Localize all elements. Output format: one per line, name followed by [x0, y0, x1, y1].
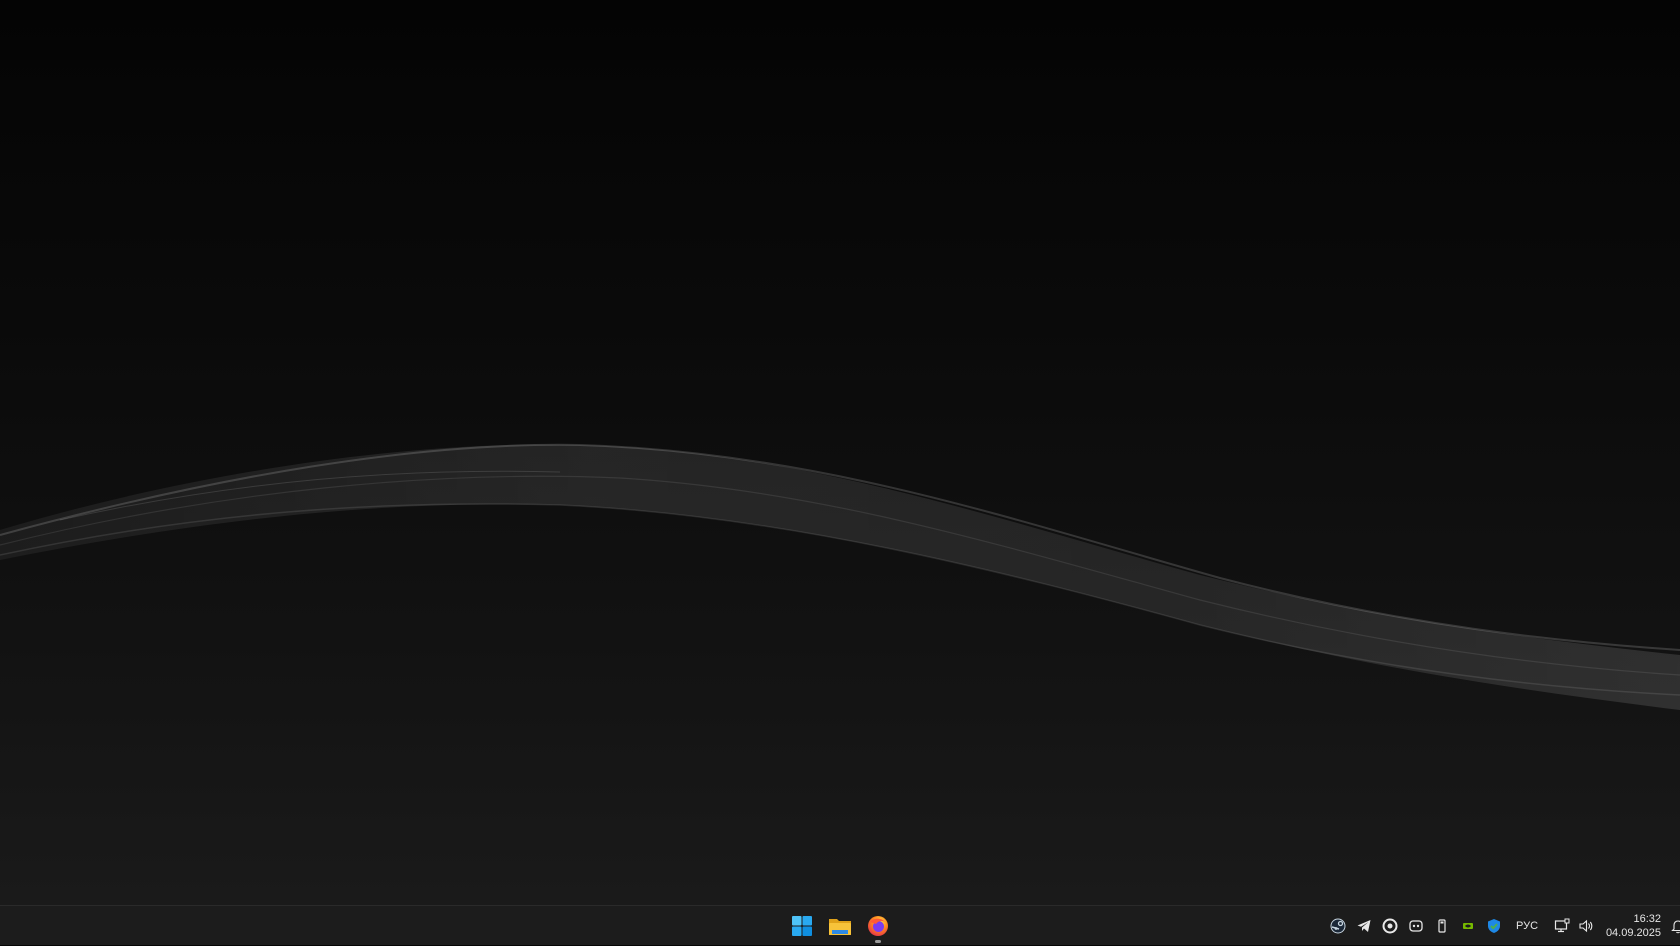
network-status[interactable] [1551, 911, 1573, 941]
desktop[interactable] [0, 0, 1680, 905]
clock-date: 04.09.2025 [1605, 927, 1661, 939]
telegram-icon [1357, 920, 1371, 932]
taskbar: РУС 16:32 04.09.2025 [0, 905, 1680, 945]
circular-app-icon [1382, 918, 1398, 934]
windows-start-icon [792, 916, 812, 936]
quick-settings[interactable] [1551, 911, 1597, 941]
clock-time: 16:32 [1633, 913, 1661, 925]
usb-drive-icon [1438, 919, 1446, 933]
start-button[interactable] [784, 908, 820, 944]
firefox-icon [868, 916, 888, 936]
windows-security-icon [1488, 919, 1500, 933]
volume-status[interactable] [1575, 911, 1597, 941]
tray-telegram[interactable] [1351, 911, 1377, 941]
bell-icon [1671, 920, 1680, 934]
tray-steam[interactable] [1325, 911, 1351, 941]
tray-copilot[interactable] [1403, 911, 1429, 941]
tray-usb-drive[interactable] [1429, 911, 1455, 941]
firefox-button[interactable] [860, 908, 896, 944]
tray-nvidia[interactable] [1455, 911, 1481, 941]
tray-windows-security[interactable] [1481, 911, 1507, 941]
nvidia-icon [1463, 923, 1473, 929]
folder-icon [829, 919, 851, 935]
copilot-icon [1409, 920, 1423, 932]
clock[interactable]: 16:32 04.09.2025 [1606, 912, 1661, 940]
steam-icon [1330, 918, 1346, 934]
wallpaper-wave [0, 443, 1680, 710]
taskbar-pinned-apps [784, 906, 896, 946]
notification-center-button[interactable] [1667, 911, 1680, 941]
system-tray: РУС 16:32 04.09.2025 [1325, 906, 1680, 946]
language-indicator[interactable]: РУС [1509, 920, 1545, 932]
running-indicator [875, 940, 881, 943]
network-icon [1554, 918, 1570, 933]
file-explorer-button[interactable] [822, 908, 858, 944]
tray-circular-app[interactable] [1377, 911, 1403, 941]
speaker-icon [1579, 919, 1593, 933]
